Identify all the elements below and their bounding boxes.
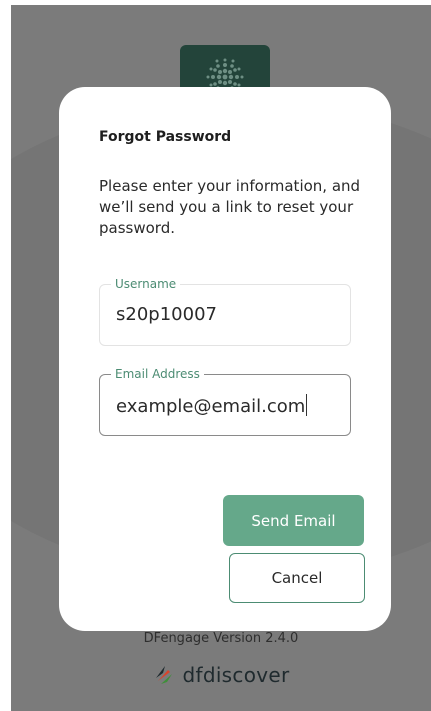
email-value-wrap: example@email.com [116, 394, 308, 417]
app-version: DFengage Version 2.4.0 [143, 631, 299, 646]
brand-name: dfdiscover [182, 663, 290, 687]
brand-logo: dfdiscover [11, 663, 431, 687]
send-email-button[interactable]: Send Email [223, 495, 364, 546]
cancel-button[interactable]: Cancel [229, 553, 365, 603]
username-label: Username [111, 276, 181, 292]
dialog-message: Please enter your information, and we’ll… [99, 177, 361, 237]
email-value: example@email.com [116, 396, 306, 417]
email-label: Email Address [111, 366, 204, 382]
dfdiscover-mark-icon [156, 666, 173, 684]
username-value: s20p10007 [116, 304, 217, 325]
forgot-password-dialog: Forgot Password Please enter your inform… [59, 87, 391, 631]
text-caret [306, 394, 308, 416]
dialog-title: Forgot Password [99, 129, 232, 145]
email-field[interactable]: Email Address example@email.com [99, 366, 351, 436]
username-field[interactable]: Username s20p10007 [99, 276, 351, 346]
